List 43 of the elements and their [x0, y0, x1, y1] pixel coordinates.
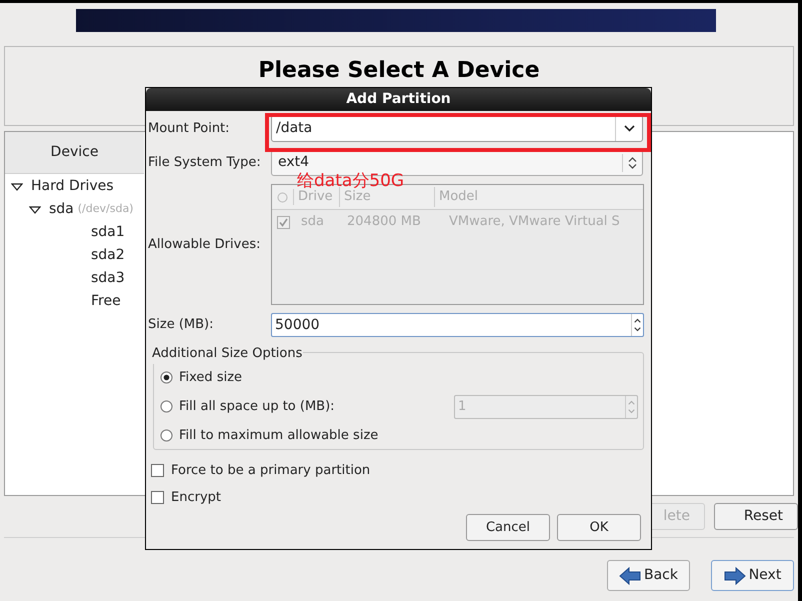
right-arrow-icon — [724, 566, 746, 586]
field-label: Size (MB): — [148, 316, 214, 334]
dialog-button[interactable]: Cancel — [466, 514, 550, 541]
radio-button[interactable] — [160, 400, 173, 413]
table-cell-text: VMware, VMware Virtual S — [448, 213, 620, 232]
tree-item[interactable]: Free — [91, 291, 121, 312]
option-label[interactable]: Fixed size — [179, 368, 242, 388]
next-button[interactable]: Next — [711, 560, 794, 591]
group-title: Additional Size Options — [152, 344, 304, 364]
field-label: File System Type: — [148, 154, 262, 172]
spinner-arrows-icon — [625, 396, 637, 418]
column-header[interactable]: Device — [5, 132, 144, 174]
tree-item[interactable]: sda3 — [91, 268, 125, 289]
spinner-arrows-icon — [631, 314, 643, 336]
mount-point-combo[interactable]: /data — [271, 115, 643, 142]
panel-button[interactable]: Reset — [714, 503, 798, 530]
back-button[interactable]: Back — [607, 560, 690, 591]
checkbox[interactable] — [151, 464, 164, 477]
page-title: Please Select A Device — [258, 58, 540, 84]
checkbox[interactable] — [151, 491, 164, 504]
tree-item[interactable]: Hard Drives — [31, 176, 114, 197]
radio-button[interactable] — [160, 429, 173, 442]
checkbox-label[interactable]: Force to be a primary partition — [171, 460, 370, 480]
table-cell-text: 204800 MB — [346, 213, 422, 232]
expander-icon[interactable] — [29, 206, 41, 214]
radio-column-icon — [277, 192, 288, 202]
device-path: (/dev/sda) — [78, 201, 134, 218]
tree-item[interactable]: sda2 — [91, 245, 125, 266]
radio-button[interactable] — [160, 371, 173, 384]
tree-item[interactable]: sda1 — [91, 222, 125, 243]
size-spin-field[interactable]: 50000 — [271, 313, 644, 337]
tree-item[interactable]: sda — [49, 199, 74, 220]
spinner-arrows-icon — [628, 156, 637, 168]
dialog-button[interactable]: OK — [557, 514, 641, 541]
table-cell-text: sda — [300, 213, 325, 232]
field-label: Mount Point: — [148, 120, 231, 138]
left-arrow-icon — [619, 566, 641, 586]
expander-icon[interactable] — [11, 182, 23, 190]
option-label[interactable]: Fill to maximum allowable size — [179, 426, 378, 446]
option-label[interactable]: Fill all space up to (MB): — [179, 396, 335, 416]
checkbox-label[interactable]: Encrypt — [171, 488, 221, 508]
field-label: Allowable Drives: — [148, 236, 262, 254]
dialog-title: Add Partition — [146, 88, 651, 111]
